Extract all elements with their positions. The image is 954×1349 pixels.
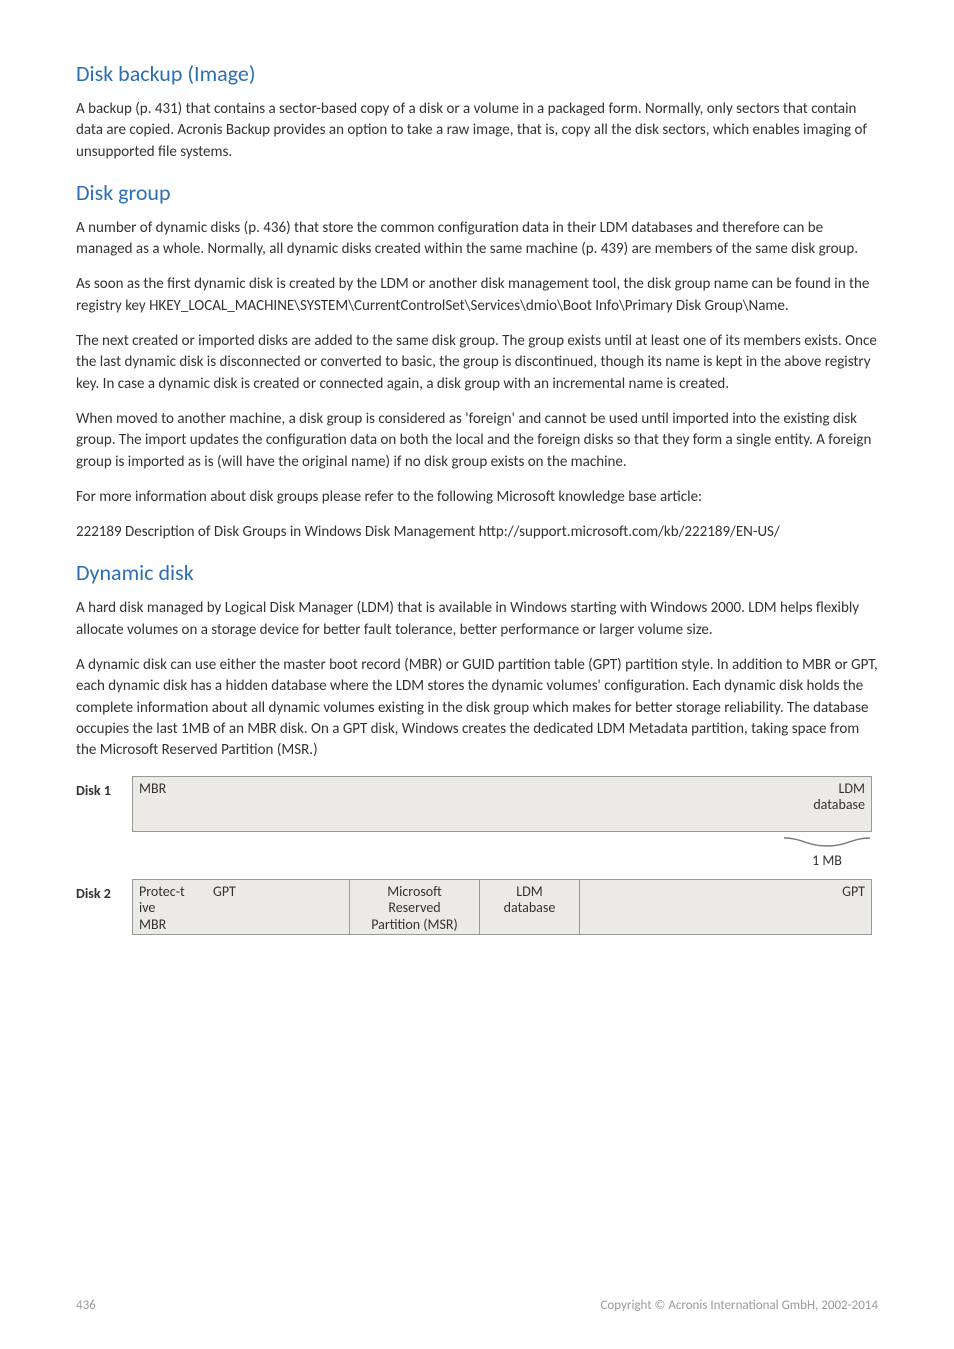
heading-disk-backup: Disk backup (Image) <box>76 60 878 87</box>
disk-diagram: Disk 1 MBR LDM database 1 MB Disk 2 Prot… <box>76 776 878 935</box>
disk1-box: MBR LDM database <box>132 776 872 832</box>
disk2-msr-cell: Microsoft Reserved Partition (MSR) <box>349 880 479 934</box>
disk1-empty-cell <box>233 777 781 831</box>
disk2-protective-cell: Protec-t ive MBR <box>133 880 207 934</box>
cell-line: Reserved <box>356 900 473 917</box>
paragraph: A backup (p. 431) that contains a sector… <box>76 99 878 163</box>
disk2-box: Protec-t ive MBR GPT Microsoft Reserved … <box>132 879 872 935</box>
disk1-size-label: 1 MB <box>812 852 842 869</box>
paragraph: When moved to another machine, a disk gr… <box>76 409 878 473</box>
disk1-mbr-cell: MBR <box>133 777 233 831</box>
cell-line: Microsoft <box>356 884 473 901</box>
cell-line: MBR <box>139 917 166 934</box>
paragraph: For more information about disk groups p… <box>76 487 878 508</box>
cell-line: Partition (MSR) <box>356 917 473 934</box>
paragraph: As soon as the first dynamic disk is cre… <box>76 274 878 317</box>
page-number: 436 <box>76 1298 96 1313</box>
disk2-gpt-left-cell: GPT <box>207 880 349 934</box>
heading-disk-group: Disk group <box>76 179 878 206</box>
cell-line: ive <box>139 900 155 917</box>
paragraph: 222189 Description of Disk Groups in Win… <box>76 522 878 543</box>
heading-dynamic-disk: Dynamic disk <box>76 559 878 586</box>
disk2-gpt-right-cell: GPT <box>579 880 871 934</box>
disk1-ldm-cell: LDM database <box>781 777 871 831</box>
cell-line: Protec-t <box>139 884 185 901</box>
disk1-label: Disk 1 <box>76 776 132 799</box>
paragraph: A dynamic disk can use either the master… <box>76 655 878 761</box>
cell-line: database <box>486 900 573 917</box>
disk1-row: Disk 1 MBR LDM database <box>76 776 878 832</box>
page-footer: 436 Copyright © Acronis International Gm… <box>76 1298 878 1313</box>
paragraph: A hard disk managed by Logical Disk Mana… <box>76 598 878 641</box>
disk2-ldm-cell: LDM database <box>479 880 579 934</box>
brace-icon <box>782 836 872 850</box>
disk2-row: Disk 2 Protec-t ive MBR GPT Microsoft Re… <box>76 879 878 935</box>
disk2-label: Disk 2 <box>76 879 132 902</box>
disk1-size-row: 1 MB <box>76 836 878 869</box>
copyright-text: Copyright © Acronis International GmbH, … <box>600 1298 878 1313</box>
paragraph: The next created or imported disks are a… <box>76 331 878 395</box>
cell-line: LDM <box>486 884 573 901</box>
paragraph: A number of dynamic disks (p. 436) that … <box>76 218 878 261</box>
